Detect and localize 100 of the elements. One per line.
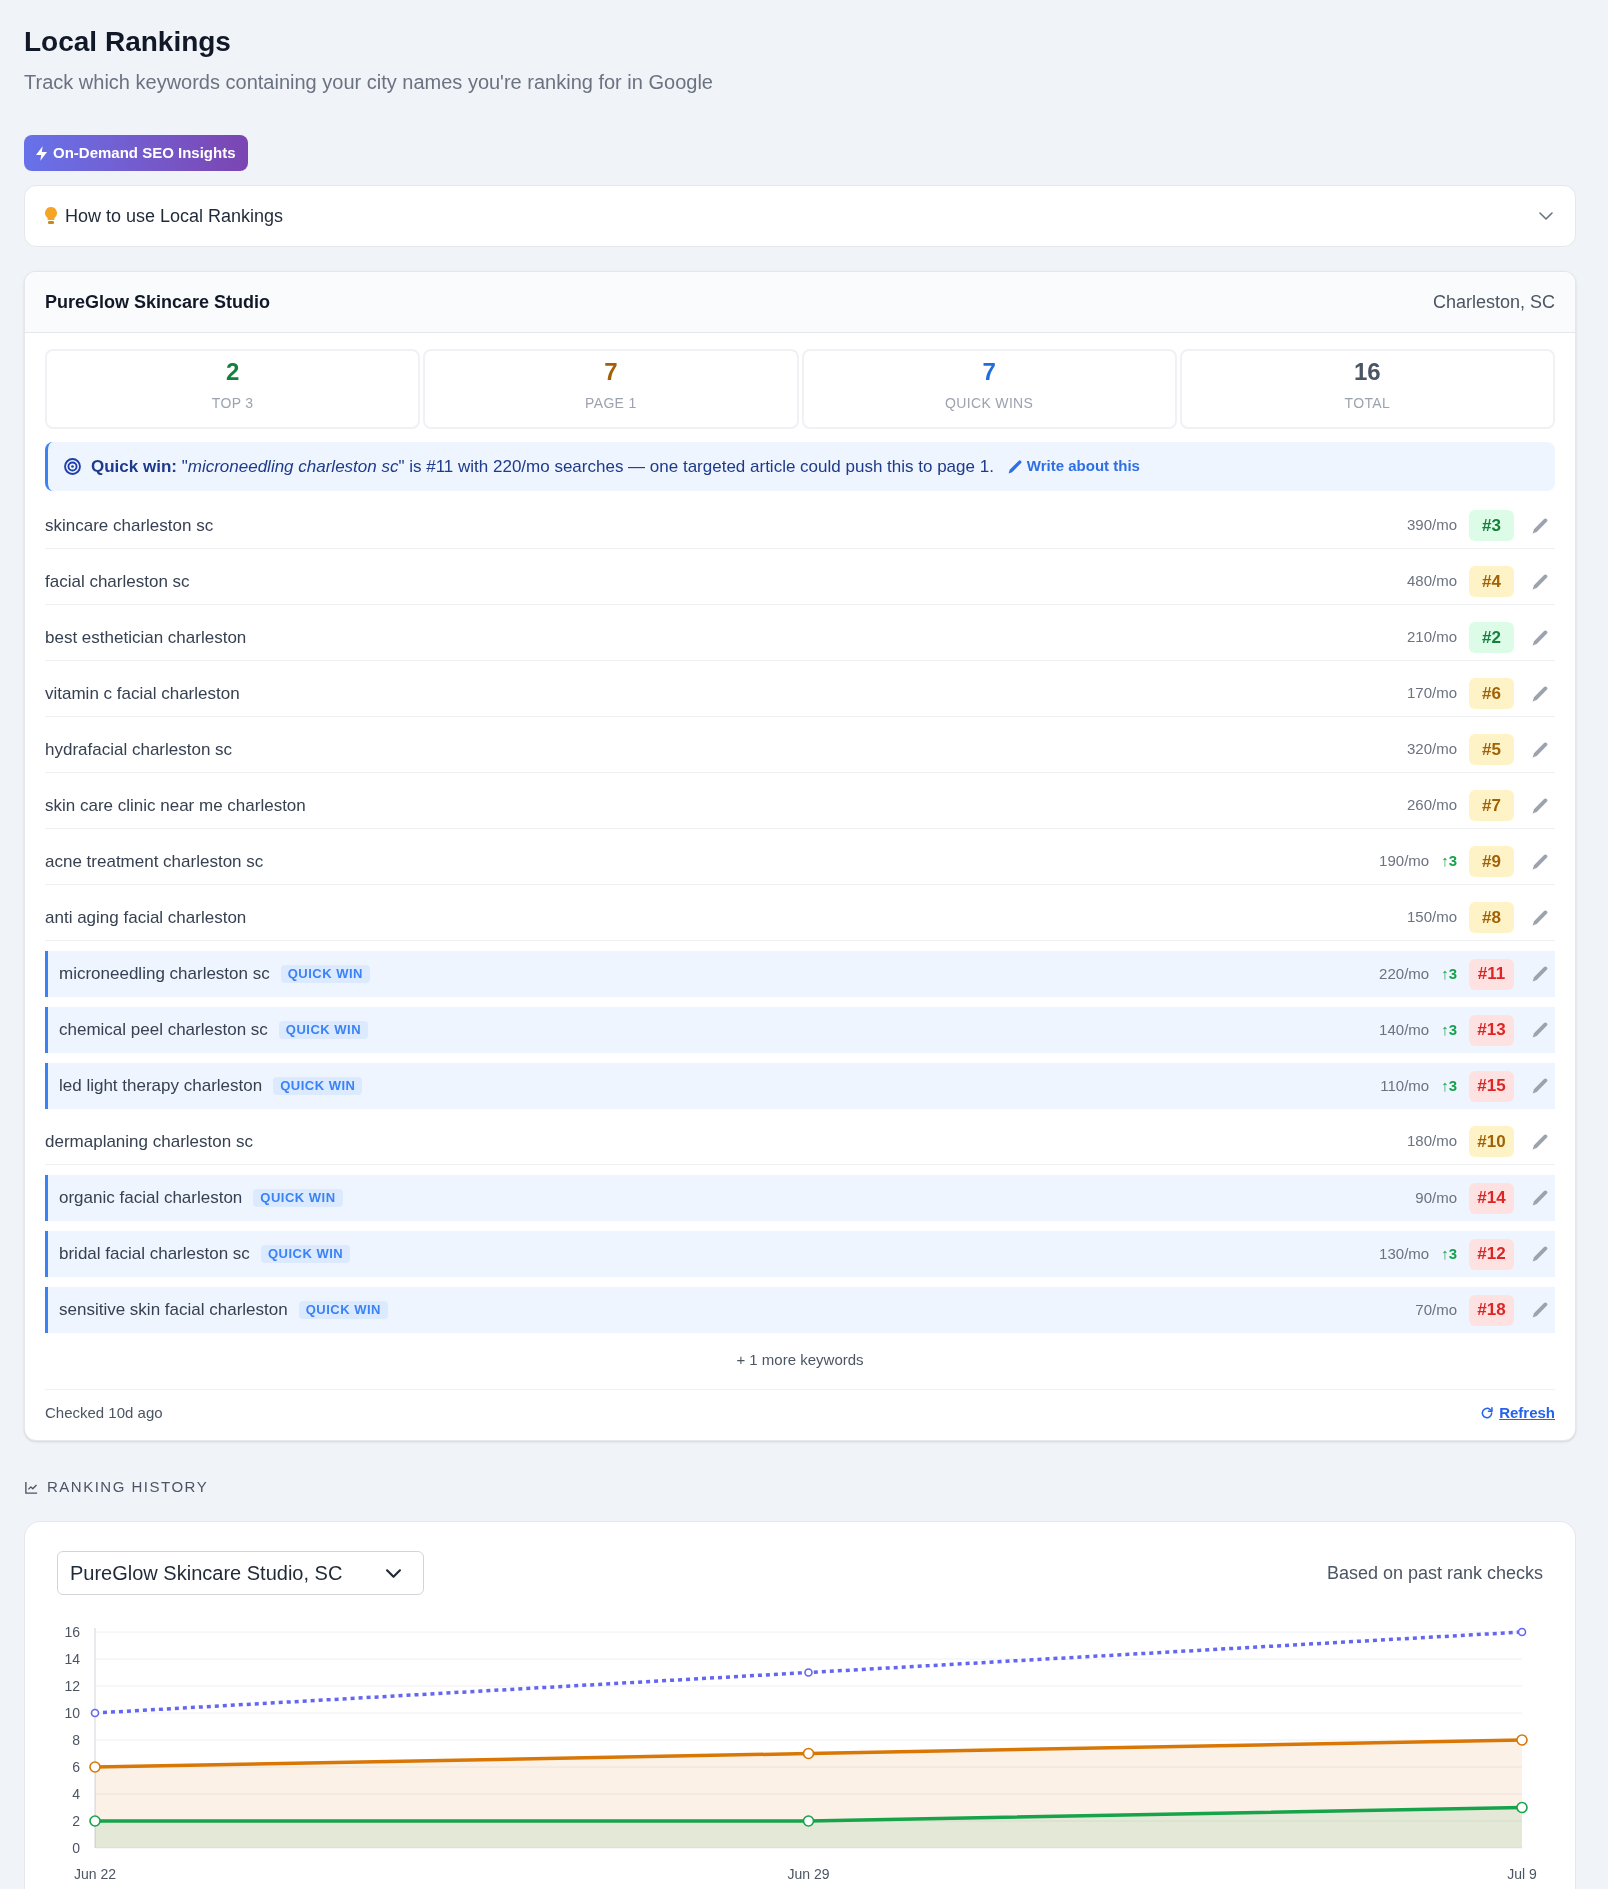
pencil-icon[interactable] xyxy=(1532,1078,1548,1094)
y-axis-label: 4 xyxy=(72,1786,80,1802)
search-volume: 170/mo xyxy=(1406,683,1457,704)
rank-badge: #8 xyxy=(1469,902,1514,933)
y-axis-label: 14 xyxy=(64,1651,80,1667)
pencil-icon[interactable] xyxy=(1532,573,1548,590)
write-about-link[interactable]: Write about this xyxy=(1007,455,1140,478)
pencil-icon[interactable] xyxy=(1532,629,1548,646)
keyword-text: facial charleston sc xyxy=(45,570,190,593)
refresh-icon xyxy=(1480,1406,1495,1420)
data-point xyxy=(1516,1734,1528,1746)
search-volume: 260/mo xyxy=(1406,795,1457,816)
stat-value: 2 xyxy=(225,357,240,387)
stat-value: 7 xyxy=(604,357,618,387)
y-axis-label: 6 xyxy=(72,1759,80,1775)
keyword-text: skin care clinic near me charleston xyxy=(45,794,306,817)
search-volume: 320/mo xyxy=(1406,739,1457,760)
pencil-icon[interactable] xyxy=(1532,1022,1548,1038)
x-axis-label: Jun 29 xyxy=(787,1866,830,1882)
keyword-text: vitamin c facial charleston xyxy=(45,682,240,705)
search-volume: 110/mo xyxy=(1380,1075,1430,1096)
search-volume: 140/mo xyxy=(1379,1019,1430,1040)
pencil-icon xyxy=(1007,459,1022,474)
refresh-link[interactable]: Refresh xyxy=(1480,1402,1555,1424)
rank-badge: #4 xyxy=(1469,566,1514,597)
y-axis-label: 8 xyxy=(72,1732,80,1748)
business-location: Charleston, SC xyxy=(1432,290,1555,314)
line-chart-icon xyxy=(24,1479,39,1495)
stat-label: QUICK WINS xyxy=(945,394,1034,413)
quick-win-tag: QUICK WIN xyxy=(260,1245,351,1263)
chart-note: Based on past rank checks xyxy=(1326,1561,1543,1585)
page-title: Local Rankings xyxy=(24,25,231,59)
keyword-text: chemical peel charleston sc xyxy=(59,1019,268,1042)
search-volume: 180/mo xyxy=(1406,1131,1457,1152)
rank-change: ↑3 xyxy=(1441,1243,1457,1264)
rank-badge: #5 xyxy=(1469,734,1514,765)
rank-badge: #10 xyxy=(1469,1126,1514,1157)
page-subtitle: Track which keywords containing your city names you're ranking for in Google xyxy=(24,70,713,95)
pencil-icon[interactable] xyxy=(1532,966,1548,982)
quick-win-tag: QUICK WIN xyxy=(278,1021,369,1039)
search-volume: 150/mo xyxy=(1406,907,1457,928)
rank-badge: #3 xyxy=(1469,510,1514,541)
y-axis-label: 12 xyxy=(64,1678,80,1694)
search-volume: 190/mo xyxy=(1379,851,1430,872)
quick-win-tag: QUICK WIN xyxy=(298,1301,388,1319)
y-axis-label: 2 xyxy=(72,1813,80,1829)
x-axis-label: Jun 22 xyxy=(74,1866,116,1882)
rank-badge: #12 xyxy=(1469,1238,1514,1270)
rank-change: ↑3 xyxy=(1441,1019,1457,1040)
y-axis-label: 16 xyxy=(64,1624,80,1640)
pencil-icon[interactable] xyxy=(1532,741,1548,758)
rank-change: ↑3 xyxy=(1441,963,1457,984)
insights-button[interactable]: On-Demand SEO Insights xyxy=(24,135,248,171)
search-volume: 70/mo xyxy=(1415,1299,1457,1320)
quick-win-tag: QUICK WIN xyxy=(273,1077,363,1095)
rank-badge: #11 xyxy=(1469,958,1514,990)
more-keywords-text: + 1 more keywords xyxy=(736,1350,864,1370)
rank-badge: #9 xyxy=(1469,846,1514,877)
business-select[interactable]: PureGlow Skincare Studio, SC xyxy=(57,1551,424,1595)
pencil-icon[interactable] xyxy=(1532,1302,1548,1318)
pencil-icon[interactable] xyxy=(1532,1190,1548,1206)
data-point xyxy=(89,1815,101,1827)
keyword-text: skincare charleston sc xyxy=(45,514,214,537)
keyword-text: bridal facial charleston sc xyxy=(59,1243,250,1266)
quick-win-tag: QUICK WIN xyxy=(253,1189,343,1207)
search-volume: 480/mo xyxy=(1406,571,1457,592)
help-panel[interactable]: How to use Local Rankings xyxy=(24,185,1576,247)
rank-change: ↑3 xyxy=(1441,1075,1457,1096)
keyword-text: anti aging facial charleston xyxy=(45,906,247,929)
pencil-icon[interactable] xyxy=(1532,1246,1548,1262)
section-heading: RANKING HISTORY xyxy=(47,1477,209,1497)
search-volume: 390/mo xyxy=(1406,515,1457,536)
search-volume: 130/mo xyxy=(1379,1243,1430,1264)
lightning-icon xyxy=(36,145,47,161)
pencil-icon[interactable] xyxy=(1532,517,1548,534)
pencil-icon[interactable] xyxy=(1532,853,1548,870)
rank-badge: #6 xyxy=(1469,678,1514,709)
data-point xyxy=(90,1708,100,1718)
data-point xyxy=(1517,1627,1527,1637)
lightbulb-icon xyxy=(45,207,57,225)
business-name: PureGlow Skincare Studio xyxy=(45,290,271,314)
rank-badge: #14 xyxy=(1469,1182,1514,1214)
stat-label: TOTAL xyxy=(1344,394,1391,413)
keyword-text: dermaplaning charleston sc xyxy=(45,1130,253,1153)
stat-value: 7 xyxy=(982,357,996,387)
pencil-icon[interactable] xyxy=(1532,797,1548,814)
y-axis-label: 0 xyxy=(72,1840,80,1856)
target-icon xyxy=(64,458,81,475)
search-volume: 220/mo xyxy=(1379,963,1430,984)
chevron-down-icon xyxy=(386,1568,401,1578)
keyword-text: best esthetician charleston xyxy=(45,626,247,649)
pencil-icon[interactable] xyxy=(1532,1133,1548,1150)
stat-label: PAGE 1 xyxy=(585,394,637,413)
data-point xyxy=(1516,1801,1528,1814)
keyword-text: acne treatment charleston sc xyxy=(45,850,264,873)
pencil-icon[interactable] xyxy=(1532,685,1548,702)
last-checked-text: Checked 10d ago xyxy=(45,1403,163,1423)
pencil-icon[interactable] xyxy=(1532,909,1548,926)
stat-value: 16 xyxy=(1354,357,1381,387)
keyword-text: hydrafacial charleston sc xyxy=(45,738,233,761)
